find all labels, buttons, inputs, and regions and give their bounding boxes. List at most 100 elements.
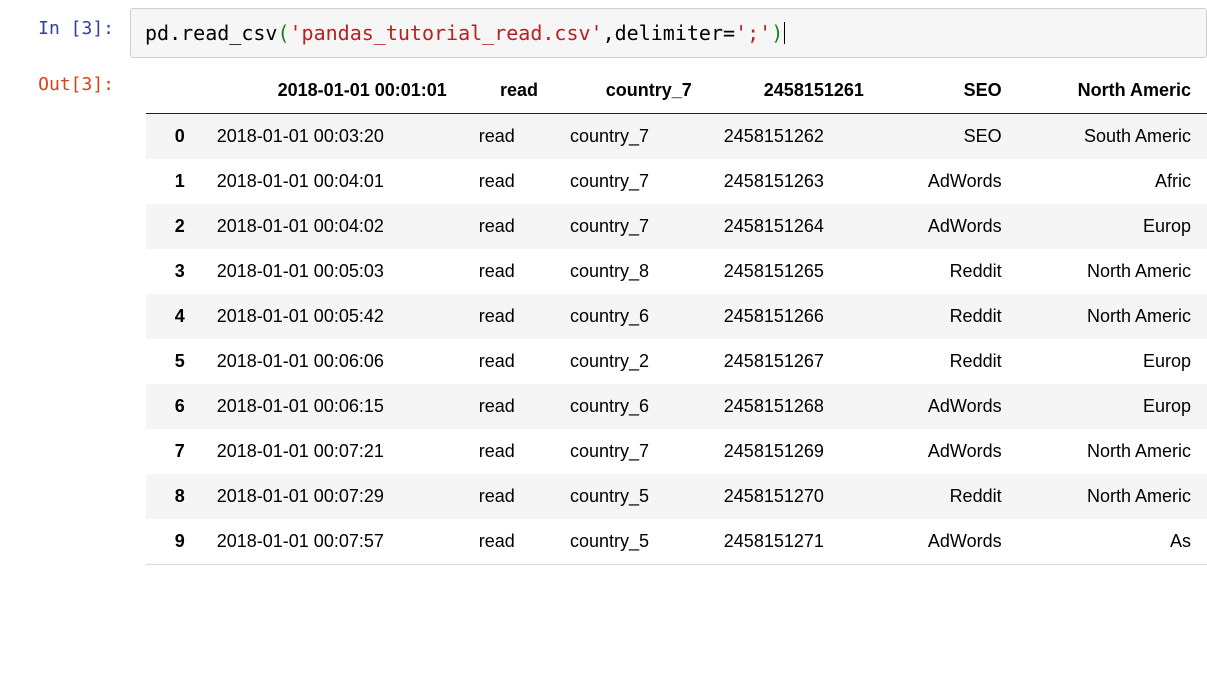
cell-value: 2458151270 (708, 474, 880, 519)
cell-value: read (463, 429, 554, 474)
dataframe-table: 2018-01-01 00:01:01 read country_7 24581… (146, 68, 1207, 565)
cell-value: country_7 (554, 114, 708, 160)
code-token-comma: , (603, 19, 615, 47)
cell-value: 2458151271 (708, 519, 880, 565)
cell-value: Europ (1018, 384, 1207, 429)
cell-value: 2458151267 (708, 339, 880, 384)
cell-value: 2018-01-01 00:05:03 (201, 249, 463, 294)
table-row: 3 2018-01-01 00:05:03 read country_8 245… (146, 249, 1207, 294)
row-index: 1 (146, 159, 201, 204)
cell-value: read (463, 474, 554, 519)
cell-value: Reddit (880, 474, 1018, 519)
cell-value: 2018-01-01 00:03:20 (201, 114, 463, 160)
column-header: 2018-01-01 00:01:01 (201, 68, 463, 114)
cell-value: 2018-01-01 00:07:29 (201, 474, 463, 519)
cell-value: AdWords (880, 204, 1018, 249)
cell-value: country_5 (554, 519, 708, 565)
cell-value: 2018-01-01 00:05:42 (201, 294, 463, 339)
column-header: North Americ (1018, 68, 1207, 114)
cell-value: North Americ (1018, 429, 1207, 474)
column-header: 2458151261 (708, 68, 880, 114)
out-prompt: Out[3]: (0, 64, 130, 105)
cell-value: Afric (1018, 159, 1207, 204)
table-row: 2 2018-01-01 00:04:02 read country_7 245… (146, 204, 1207, 249)
cell-value: read (463, 519, 554, 565)
code-token-lparen: ( (277, 19, 289, 47)
row-index: 4 (146, 294, 201, 339)
table-row: 7 2018-01-01 00:07:21 read country_7 245… (146, 429, 1207, 474)
code-token-equals: = (723, 19, 735, 47)
cell-value: AdWords (880, 429, 1018, 474)
cell-value: 2458151269 (708, 429, 880, 474)
input-cell: In [3]: pd.read_csv('pandas_tutorial_rea… (0, 8, 1207, 58)
output-cell: Out[3]: 2018-01-01 00:01:01 read country… (0, 64, 1207, 569)
cell-value: read (463, 159, 554, 204)
row-index: 6 (146, 384, 201, 429)
code-token-func: read_csv (181, 19, 277, 47)
code-token-dot: . (169, 19, 181, 47)
cell-value: read (463, 339, 554, 384)
cell-value: country_5 (554, 474, 708, 519)
cell-value: 2458151266 (708, 294, 880, 339)
row-index: 8 (146, 474, 201, 519)
index-header (146, 68, 201, 114)
cell-value: read (463, 294, 554, 339)
in-prompt: In [3]: (0, 8, 130, 49)
row-index: 7 (146, 429, 201, 474)
column-header: read (463, 68, 554, 114)
cell-value: 2018-01-01 00:07:57 (201, 519, 463, 565)
table-row: 0 2018-01-01 00:03:20 read country_7 245… (146, 114, 1207, 160)
cell-value: South Americ (1018, 114, 1207, 160)
cell-value: Europ (1018, 204, 1207, 249)
cell-value: Reddit (880, 294, 1018, 339)
code-input[interactable]: pd.read_csv('pandas_tutorial_read.csv', … (130, 8, 1207, 58)
text-cursor (784, 22, 785, 44)
cell-value: Reddit (880, 339, 1018, 384)
cell-value: read (463, 114, 554, 160)
cell-value: country_7 (554, 204, 708, 249)
cell-value: 2458151265 (708, 249, 880, 294)
table-row: 5 2018-01-01 00:06:06 read country_2 245… (146, 339, 1207, 384)
cell-value: country_8 (554, 249, 708, 294)
column-header: country_7 (554, 68, 708, 114)
row-index: 3 (146, 249, 201, 294)
table-row: 8 2018-01-01 00:07:29 read country_5 245… (146, 474, 1207, 519)
cell-value: 2458151263 (708, 159, 880, 204)
code-token-obj: pd (145, 19, 169, 47)
cell-value: country_7 (554, 429, 708, 474)
cell-value: Reddit (880, 249, 1018, 294)
cell-value: SEO (880, 114, 1018, 160)
cell-value: North Americ (1018, 249, 1207, 294)
cell-value: AdWords (880, 384, 1018, 429)
cell-value: read (463, 384, 554, 429)
cell-value: 2018-01-01 00:04:01 (201, 159, 463, 204)
output-area: 2018-01-01 00:01:01 read country_7 24581… (130, 64, 1207, 569)
cell-value: AdWords (880, 519, 1018, 565)
table-header-row: 2018-01-01 00:01:01 read country_7 24581… (146, 68, 1207, 114)
row-index: 9 (146, 519, 201, 565)
cell-value: 2458151262 (708, 114, 880, 160)
column-header: SEO (880, 68, 1018, 114)
code-token-rparen: ) (771, 19, 783, 47)
cell-value: 2018-01-01 00:07:21 (201, 429, 463, 474)
cell-value: read (463, 249, 554, 294)
cell-value: country_7 (554, 159, 708, 204)
cell-value: Europ (1018, 339, 1207, 384)
row-index: 2 (146, 204, 201, 249)
cell-value: 2458151268 (708, 384, 880, 429)
cell-value: AdWords (880, 159, 1018, 204)
code-token-kwarg-val: ';' (735, 19, 771, 47)
table-row: 9 2018-01-01 00:07:57 read country_5 245… (146, 519, 1207, 565)
cell-value: country_6 (554, 384, 708, 429)
row-index: 5 (146, 339, 201, 384)
cell-value: North Americ (1018, 474, 1207, 519)
table-row: 6 2018-01-01 00:06:15 read country_6 245… (146, 384, 1207, 429)
table-row: 1 2018-01-01 00:04:01 read country_7 245… (146, 159, 1207, 204)
cell-value: 2458151264 (708, 204, 880, 249)
cell-value: country_6 (554, 294, 708, 339)
row-index: 0 (146, 114, 201, 160)
cell-value: country_2 (554, 339, 708, 384)
code-token-string-arg: 'pandas_tutorial_read.csv' (290, 19, 603, 47)
cell-value: North Americ (1018, 294, 1207, 339)
cell-value: 2018-01-01 00:04:02 (201, 204, 463, 249)
